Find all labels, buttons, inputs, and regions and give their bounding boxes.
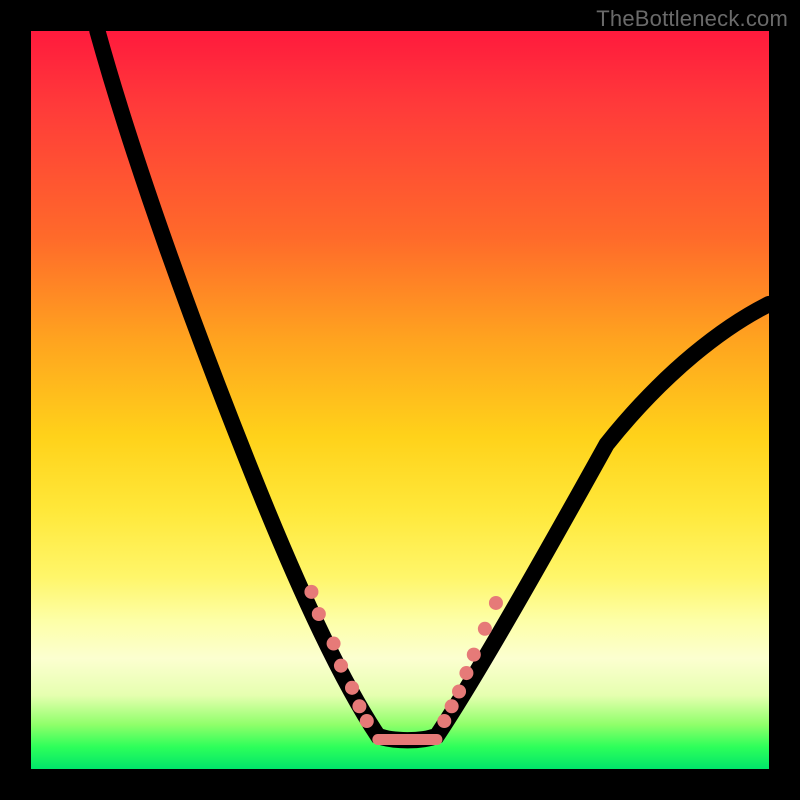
dot [437, 714, 451, 728]
dot [478, 622, 492, 636]
curve-svg [31, 31, 769, 769]
dot [345, 681, 359, 695]
dot [352, 699, 366, 713]
dot [327, 637, 341, 651]
chart-frame: TheBottleneck.com [0, 0, 800, 800]
dot [334, 659, 348, 673]
dot [459, 666, 473, 680]
dot [452, 684, 466, 698]
right-dots [437, 596, 503, 728]
bottleneck-curve [97, 31, 769, 740]
plot-area [31, 31, 769, 769]
dot [489, 596, 503, 610]
dot [304, 585, 318, 599]
watermark-text: TheBottleneck.com [596, 6, 788, 32]
dot [467, 648, 481, 662]
dot [312, 607, 326, 621]
dot [445, 699, 459, 713]
dot [360, 714, 374, 728]
